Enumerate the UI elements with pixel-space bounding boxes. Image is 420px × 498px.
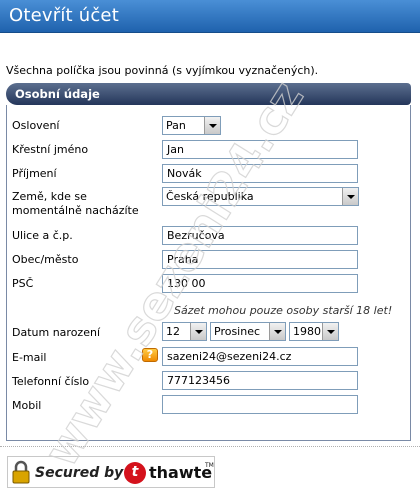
- birth-date-label: Datum narození: [12, 326, 100, 339]
- zip-field[interactable]: 130 00: [162, 274, 358, 293]
- section-header: Osobní údaje: [6, 83, 411, 105]
- trademark-mark: TM: [205, 462, 214, 469]
- street-field[interactable]: Bezručova: [162, 226, 358, 245]
- first-name-label: Křestní jméno: [12, 143, 89, 156]
- mobile-label: Mobil: [12, 399, 42, 412]
- chevron-down-icon: [342, 188, 358, 205]
- help-icon[interactable]: ?: [142, 348, 158, 362]
- divider: [0, 446, 420, 447]
- salutation-select[interactable]: Pan: [162, 116, 221, 135]
- last-name-label: Příjmení: [12, 167, 57, 180]
- first-name-field[interactable]: Jan: [162, 140, 358, 159]
- required-fields-note: Všechna políčka jsou povinná (s vyjímkou…: [6, 64, 319, 77]
- birth-day-value: 12: [166, 325, 180, 338]
- city-label: Obec/město: [12, 253, 79, 266]
- birth-day-select[interactable]: 12: [162, 322, 207, 341]
- street-label: Ulice a č.p.: [12, 229, 73, 242]
- page-header: Otevřít účet: [0, 0, 420, 33]
- chevron-down-icon: [322, 323, 338, 340]
- thawte-brand: thawte: [149, 463, 213, 482]
- phone-field[interactable]: 777123456: [162, 371, 358, 390]
- thawte-logo-icon: t: [124, 462, 146, 484]
- last-name-field[interactable]: Novák: [162, 164, 358, 183]
- country-label-line2: momentálně nacházíte: [12, 204, 139, 217]
- section-title: Osobní údaje: [15, 87, 100, 101]
- email-label: E-mail: [12, 351, 47, 364]
- mobile-field[interactable]: [162, 395, 358, 414]
- country-label: Země, kde se momentálně nacházíte: [12, 190, 139, 218]
- birth-month-select[interactable]: Prosinec: [210, 322, 286, 341]
- country-label-line1: Země, kde se: [12, 190, 87, 203]
- birth-year-select[interactable]: 1980: [289, 322, 339, 341]
- zip-label: PSČ: [12, 277, 34, 290]
- country-select[interactable]: Česká republika: [162, 187, 359, 206]
- chevron-down-icon: [204, 117, 220, 134]
- phone-label: Telefonní číslo: [12, 375, 90, 388]
- email-field[interactable]: sazeni24@sezeni24.cz: [162, 347, 358, 366]
- lock-icon: [12, 460, 30, 484]
- secured-by-text: Secured by: [35, 465, 124, 481]
- age-warning: Sázet mohou pouze osoby starší 18 let!: [174, 304, 393, 317]
- salutation-value: Pan: [166, 119, 186, 132]
- thawte-logo-letter: t: [131, 464, 139, 480]
- birth-year-value: 1980: [293, 325, 321, 338]
- city-field[interactable]: Praha: [162, 250, 358, 269]
- page-title: Otevřít účet: [9, 5, 119, 26]
- chevron-down-icon: [190, 323, 206, 340]
- chevron-down-icon: [269, 323, 285, 340]
- country-value: Česká republika: [166, 190, 254, 203]
- thawte-security-badge[interactable]: Secured by t thawte TM: [7, 456, 215, 488]
- salutation-label: Oslovení: [12, 119, 60, 132]
- birth-month-value: Prosinec: [214, 325, 261, 338]
